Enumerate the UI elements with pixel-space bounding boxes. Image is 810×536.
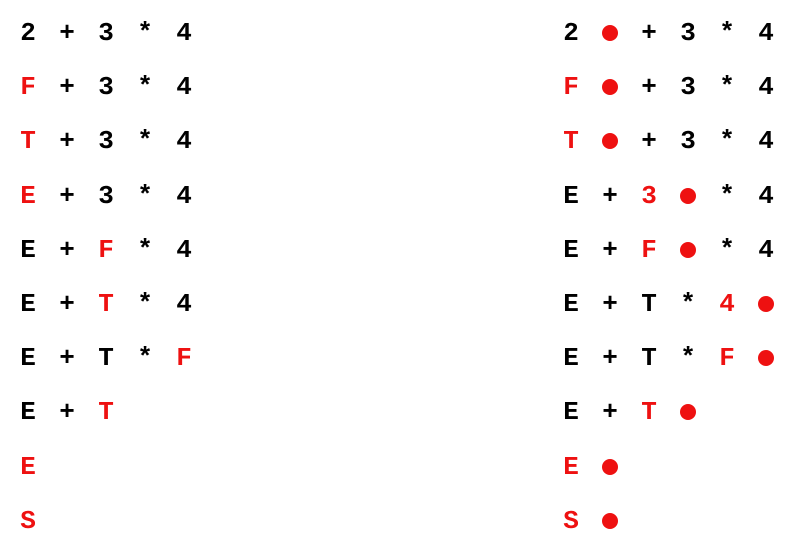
position-marker-dot	[602, 512, 618, 529]
grammar-symbol: E	[20, 397, 36, 428]
grammar-symbol: 3	[680, 72, 696, 103]
grammar-symbol: 2	[20, 18, 36, 48]
grammar-symbol: +	[602, 397, 618, 428]
grammar-symbol: 3	[680, 126, 696, 157]
position-marker-dot	[602, 25, 618, 41]
grammar-symbol: +	[59, 126, 75, 157]
grammar-symbol: 3	[98, 126, 114, 157]
grammar-symbol: T	[98, 343, 114, 374]
highlighted-symbol: S	[20, 505, 36, 536]
grammar-symbol: 4	[176, 72, 192, 103]
grammar-symbol: 4	[176, 234, 192, 265]
grammar-symbol: *	[137, 72, 153, 103]
position-marker-dot	[680, 404, 696, 421]
grammar-symbol: +	[59, 234, 75, 265]
grammar-symbol: +	[59, 397, 75, 428]
highlighted-symbol: F	[563, 72, 579, 103]
grammar-symbol: T	[641, 289, 657, 319]
grammar-symbol: E	[20, 289, 36, 319]
grammar-symbol: +	[59, 180, 75, 211]
grammar-symbol: 4	[758, 180, 774, 211]
grammar-symbol: 4	[758, 126, 774, 157]
highlighted-symbol: F	[98, 234, 114, 265]
grammar-symbol: *	[719, 234, 735, 265]
position-marker-dot	[758, 350, 774, 367]
grammar-symbol: *	[137, 234, 153, 265]
grammar-symbol: 4	[176, 126, 192, 157]
grammar-symbol: E	[563, 343, 579, 374]
grammar-symbol: +	[602, 234, 618, 265]
grammar-symbol: 3	[98, 180, 114, 211]
grammar-symbol: +	[641, 18, 657, 48]
highlighted-symbol: F	[20, 72, 36, 103]
highlighted-symbol: E	[20, 451, 36, 482]
grammar-symbol: +	[641, 72, 657, 103]
grammar-symbol: 4	[176, 289, 192, 319]
grammar-symbol: +	[59, 72, 75, 103]
highlighted-symbol: T	[20, 126, 36, 157]
position-marker-dot	[602, 133, 618, 150]
grammar-symbol: E	[563, 234, 579, 265]
position-marker-dot	[680, 241, 696, 258]
grammar-symbol: *	[719, 126, 735, 157]
highlighted-symbol: 4	[719, 289, 735, 319]
grammar-symbol: 3	[98, 18, 114, 48]
grammar-symbol: +	[59, 289, 75, 319]
position-marker-dot	[758, 296, 774, 312]
grammar-symbol: *	[680, 343, 696, 374]
grammar-symbol: *	[137, 18, 153, 48]
position-marker-dot	[680, 187, 696, 204]
grammar-symbol: *	[137, 289, 153, 319]
highlighted-symbol: F	[641, 234, 657, 265]
grammar-symbol: E	[563, 180, 579, 211]
highlighted-symbol: T	[563, 126, 579, 157]
grammar-symbol: *	[137, 126, 153, 157]
grammar-symbol: 2	[563, 18, 579, 48]
highlighted-symbol: E	[20, 180, 36, 211]
position-marker-dot	[602, 79, 618, 96]
highlighted-symbol: T	[641, 397, 657, 428]
grammar-symbol: 4	[758, 72, 774, 103]
grammar-symbol: +	[602, 289, 618, 319]
grammar-symbol: *	[719, 180, 735, 211]
highlighted-symbol: T	[98, 397, 114, 428]
grammar-symbol: 4	[758, 234, 774, 265]
highlighted-symbol: S	[563, 505, 579, 536]
grammar-symbol: E	[563, 397, 579, 428]
grammar-symbol: *	[137, 180, 153, 211]
grammar-symbol: 4	[176, 180, 192, 211]
grammar-symbol: +	[641, 126, 657, 157]
grammar-symbol: +	[59, 18, 75, 48]
highlighted-symbol: T	[98, 289, 114, 319]
highlighted-symbol: E	[563, 451, 579, 482]
highlighted-symbol: F	[176, 343, 192, 374]
position-marker-dot	[602, 458, 618, 475]
grammar-symbol: E	[563, 289, 579, 319]
grammar-symbol: *	[680, 289, 696, 319]
highlighted-symbol: 3	[641, 180, 657, 211]
grammar-symbol: *	[137, 343, 153, 374]
grammar-symbol: 3	[680, 18, 696, 48]
grammar-symbol: +	[602, 343, 618, 374]
grammar-symbol: 4	[758, 18, 774, 48]
grammar-symbol: 3	[98, 72, 114, 103]
grammar-symbol: T	[641, 343, 657, 374]
grammar-symbol: *	[719, 72, 735, 103]
grammar-symbol: 4	[176, 18, 192, 48]
grammar-symbol: E	[20, 234, 36, 265]
grammar-symbol: E	[20, 343, 36, 374]
grammar-symbol: +	[602, 180, 618, 211]
grammar-symbol: +	[59, 343, 75, 374]
highlighted-symbol: F	[719, 343, 735, 374]
grammar-symbol: *	[719, 18, 735, 48]
